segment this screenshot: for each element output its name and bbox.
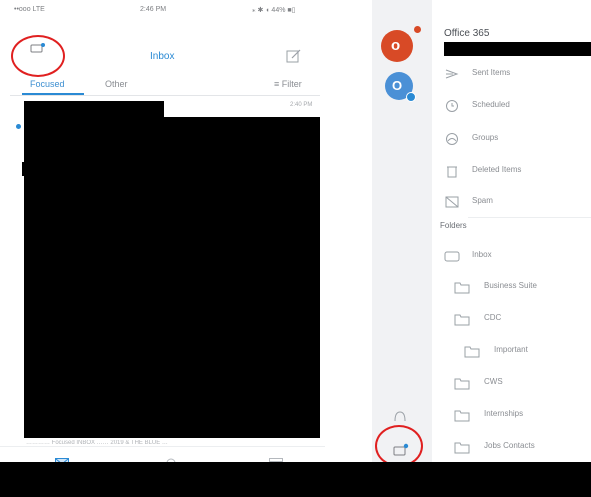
send-icon: [444, 67, 460, 81]
status-time: 2:46 PM: [140, 6, 167, 13]
folder-business-suite[interactable]: Business Suite: [440, 271, 591, 303]
inbox-screen: ••ooo LTE 2:46 PM ⁎ ✱ ◖ 44% ■▯ Inbox Foc…: [0, 0, 325, 462]
screen-gap: [325, 0, 372, 462]
bottom-black-bar: [0, 462, 591, 497]
spam-icon: [444, 195, 460, 209]
redacted-sender: [24, 101, 164, 117]
drawer-item-groups[interactable]: Groups: [440, 123, 591, 155]
folder-internships[interactable]: Internships: [440, 399, 591, 431]
message-time: 2:40 PM: [290, 102, 313, 108]
folder-inbox[interactable]: Inbox: [440, 240, 591, 272]
compose-icon[interactable]: [286, 48, 302, 64]
groups-icon: [444, 132, 460, 146]
account-rail: [372, 0, 432, 462]
office-logo-icon[interactable]: o: [381, 30, 413, 62]
folder-icon: [464, 344, 480, 358]
folder-icon: [454, 312, 470, 326]
folder-cws[interactable]: CWS: [440, 367, 591, 399]
folder-icon: [454, 376, 470, 390]
folder-jobs-contacts[interactable]: Jobs Contacts: [440, 431, 591, 463]
tab-bar-divider: [0, 446, 325, 447]
folder-icon: [454, 408, 470, 422]
redacted-mark: [22, 162, 27, 176]
status-carrier: ••ooo LTE: [14, 6, 45, 13]
tab-focused[interactable]: Focused: [30, 79, 65, 89]
folders-header: Folders: [440, 221, 467, 230]
folder-icon: [454, 280, 470, 294]
active-account-dot: [414, 26, 421, 33]
unread-dot: [16, 124, 21, 129]
folder-icon: [444, 249, 460, 263]
divider: [468, 217, 591, 218]
drawer-item-scheduled[interactable]: Scheduled: [440, 90, 591, 122]
clock-icon: [444, 99, 460, 113]
annotation-circle: [11, 35, 65, 77]
page-title: Inbox: [150, 51, 175, 62]
tab-other[interactable]: Other: [105, 79, 128, 89]
folder-important[interactable]: Important: [440, 335, 591, 367]
drawer-item-spam[interactable]: Spam: [440, 186, 591, 218]
folder-cdc[interactable]: CDC: [440, 303, 591, 335]
trash-icon: [444, 164, 460, 178]
account-name: Office 365: [444, 28, 490, 39]
status-battery: ⁎ ✱ ◖ 44% ■▯: [252, 7, 296, 14]
notification-badge: [406, 92, 416, 102]
drawer-item-deleted[interactable]: Deleted Items: [440, 155, 591, 187]
divider: [10, 95, 320, 96]
folder-icon: [454, 440, 470, 454]
redacted-message-list[interactable]: [24, 117, 320, 438]
help-icon[interactable]: [393, 410, 407, 422]
redacted-email: [444, 42, 591, 56]
filter-button[interactable]: ≡ Filter: [274, 79, 302, 89]
drawer-item-sent[interactable]: Sent Items: [440, 58, 591, 90]
annotation-circle: [375, 425, 423, 467]
